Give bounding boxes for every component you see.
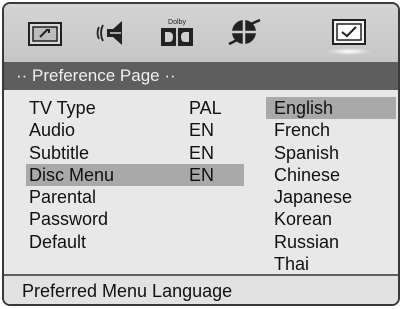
dolby-label: Dolby	[168, 19, 186, 26]
setup-tabs-bar: Dolby	[4, 4, 398, 62]
page-title: ·· Preference Page ··	[4, 62, 398, 90]
general-setup-icon[interactable]	[20, 10, 70, 56]
menu-item-default[interactable]: Default	[29, 231, 139, 253]
language-option-chinese[interactable]: Chinese	[266, 164, 398, 186]
audio-setup-icon[interactable]	[88, 10, 138, 56]
preference-setup-icon[interactable]	[324, 10, 374, 56]
audio-value: EN	[189, 120, 215, 141]
language-options-list: English French Spanish Chinese Japanese …	[266, 97, 398, 275]
menu-item-subtitle[interactable]: Subtitle	[29, 142, 139, 164]
menu-list: TV Type Audio Subtitle Disc Menu Parenta…	[29, 97, 139, 253]
menu-item-audio[interactable]: Audio	[29, 119, 139, 141]
tv-type-value: PAL	[189, 98, 222, 118]
subtitle-value: EN	[189, 142, 215, 163]
menu-item-tv-type[interactable]: TV Type	[29, 97, 139, 119]
language-option-french[interactable]: French	[266, 119, 398, 141]
video-setup-icon[interactable]	[220, 10, 270, 56]
disc-menu-value: EN	[189, 164, 215, 185]
menu-item-password[interactable]: Password	[29, 208, 139, 230]
menu-item-parental[interactable]: Parental	[29, 186, 139, 208]
value-list: PAL EN EN EN	[189, 97, 239, 186]
preference-page-content: TV Type Audio Subtitle Disc Menu Parenta…	[4, 90, 398, 274]
status-help-text: Preferred Menu Language	[4, 276, 398, 304]
menu-item-disc-menu[interactable]: Disc Menu	[29, 164, 139, 186]
dolby-setup-icon[interactable]: Dolby	[152, 10, 202, 56]
language-option-japanese[interactable]: Japanese	[266, 186, 398, 208]
language-option-thai[interactable]: Thai	[266, 253, 398, 275]
dvd-setup-menu: Dolby ·· Preference Page ·· TV Type Audi…	[2, 2, 400, 306]
language-option-english[interactable]: English	[266, 97, 398, 119]
language-option-russian[interactable]: Russian	[266, 231, 398, 253]
language-option-spanish[interactable]: Spanish	[266, 142, 398, 164]
language-option-korean[interactable]: Korean	[266, 208, 398, 230]
